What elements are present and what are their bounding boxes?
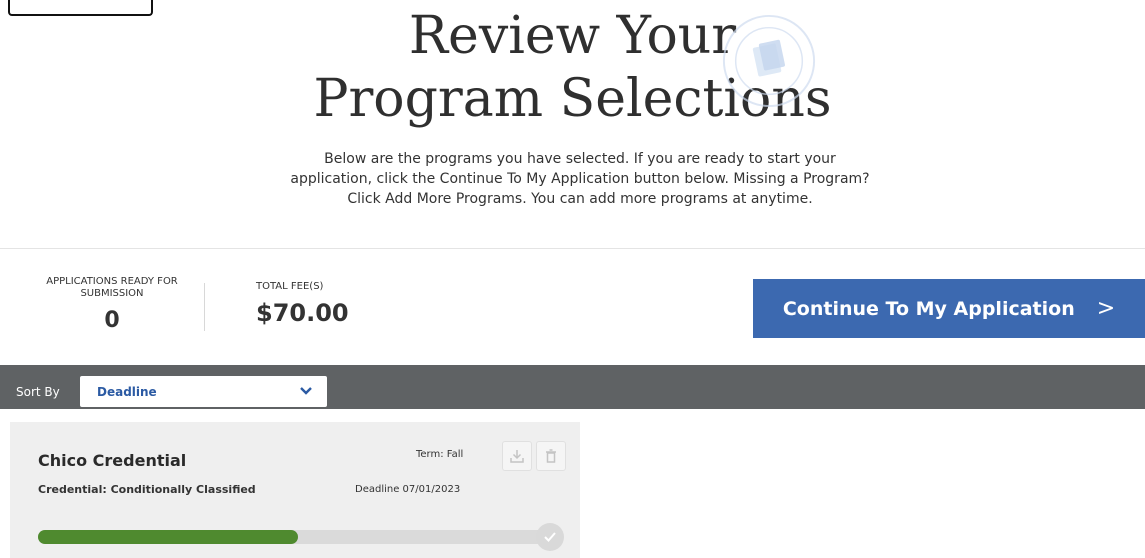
download-icon (510, 450, 524, 463)
check-icon (544, 532, 556, 542)
ready-label: APPLICATIONS READY FOR SUBMISSION (46, 276, 178, 299)
continue-button[interactable]: Continue To My Application > (753, 279, 1145, 338)
program-term: Term: Fall (416, 449, 464, 460)
delete-button[interactable] (536, 441, 566, 471)
sort-label: Sort By (16, 385, 60, 399)
trash-icon (546, 449, 556, 463)
sort-selected-value: Deadline (97, 384, 157, 399)
chevron-down-icon (300, 387, 312, 395)
chevron-right-icon: > (1096, 296, 1116, 321)
program-name: Chico Credential (38, 451, 187, 470)
download-button[interactable] (502, 441, 532, 471)
divider (0, 248, 1145, 249)
sort-select[interactable]: Deadline (80, 376, 327, 407)
fee-label: TOTAL FEE(S) (256, 281, 324, 292)
continue-button-label: Continue To My Application (782, 297, 1075, 320)
program-subtitle: Credential: Conditionally Classified (38, 483, 256, 496)
program-selections-seal-icon (722, 14, 816, 108)
fee-value: $70.00 (256, 299, 349, 327)
page-title: Review Your Program Selections (0, 0, 1145, 131)
program-card[interactable]: Chico Credential Credential: Conditional… (10, 422, 580, 558)
completion-check (536, 523, 564, 551)
page-title-line2: Program Selections (313, 69, 832, 129)
intro-text: Below are the programs you have selected… (290, 151, 870, 207)
progress-bar (38, 530, 558, 544)
stat-divider (204, 283, 205, 331)
program-deadline: Deadline 07/01/2023 (355, 484, 461, 495)
ready-value: 0 (104, 308, 120, 333)
progress-fill (38, 530, 298, 544)
page-title-line1: Review Your (408, 6, 737, 66)
